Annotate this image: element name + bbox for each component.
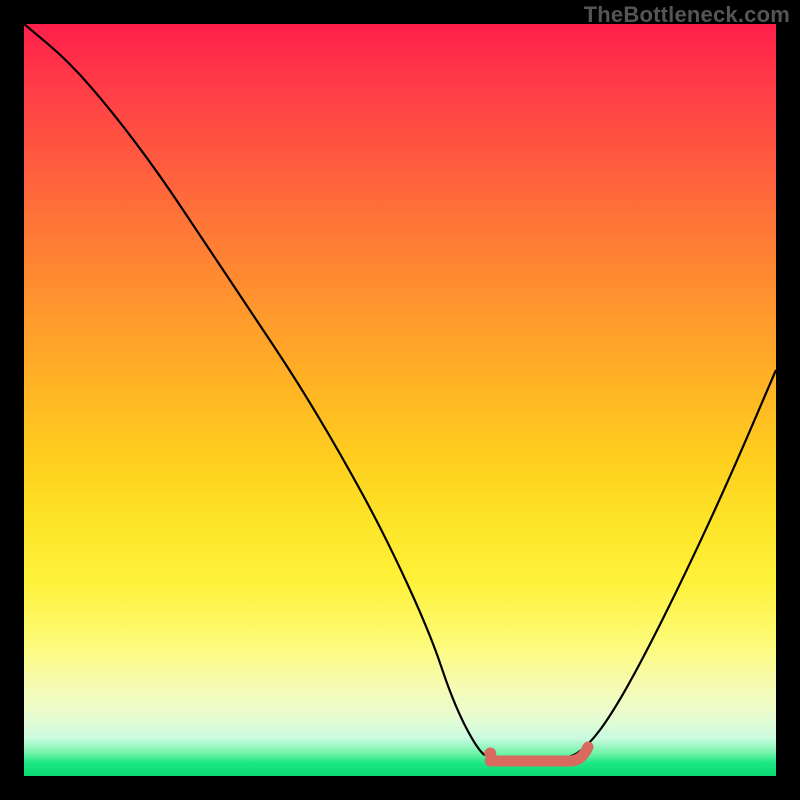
plot-area	[24, 24, 776, 776]
curve-path	[24, 24, 776, 761]
chart-frame: TheBottleneck.com	[0, 0, 800, 800]
valley-dot	[484, 747, 496, 759]
valley-highlight	[490, 747, 588, 761]
chart-svg	[24, 24, 776, 776]
